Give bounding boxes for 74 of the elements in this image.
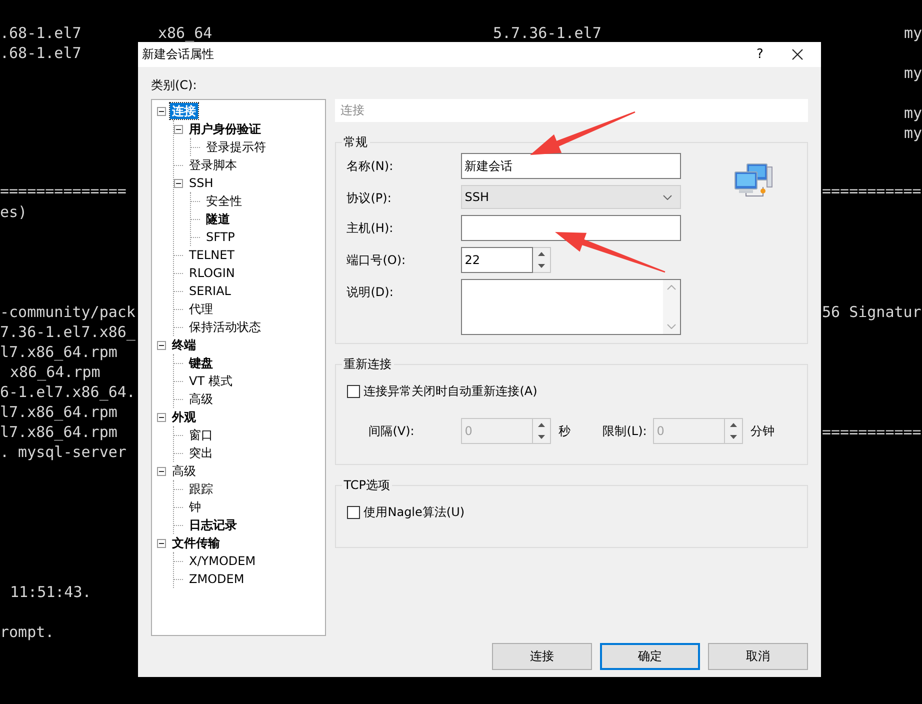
tree-item[interactable]: 日志记录 [187,517,239,533]
terminal-line: x86_64.rpm [10,363,100,381]
tree-item[interactable]: X/YMODEM [187,553,258,569]
tree-item[interactable]: 终端 [170,337,198,353]
terminal-line: .68-1.el7 [0,44,82,62]
terminal-line: es) [0,203,28,221]
terminal-line: 6-1.el7.x86_64. [0,383,136,401]
terminal-line: .68-1.el7 [0,24,82,42]
text-field[interactable]: 新建会话 [460,153,681,179]
group-title: 常规 [342,134,369,151]
terminal-line: my [904,64,922,82]
terminal-line: =========== [822,182,922,200]
terminal-line: rompt. [0,623,54,641]
group-title: TCP选项 [342,477,391,494]
tree-item[interactable]: 钟 [187,499,203,515]
tree-item[interactable]: 跟踪 [187,481,215,497]
terminal-line: my [904,24,922,42]
field-label: 限制(L): [602,422,648,440]
category-label: 类别(C): [151,77,197,94]
tree-item[interactable]: 外观 [170,409,198,425]
terminal-line: my [904,124,922,142]
terminal-line: 7.36-1.el7.x86_ [0,323,136,341]
unit-label: 分钟 [750,422,775,440]
tree-item[interactable]: 登录脚本 [187,157,239,173]
field-label: 端口号(O): [346,252,407,269]
field-label: 协议(P): [346,190,392,207]
protocol-dropdown[interactable]: SSH [460,185,681,209]
terminal-line: l7.x86_64.rpm [0,343,118,361]
tree-item[interactable]: 高级 [170,463,198,479]
field-label: 名称(N): [346,158,394,175]
tree-item[interactable]: SFTP [204,229,237,245]
tree-item[interactable]: TELNET [187,247,236,263]
terminal-line: -community/pack [0,303,136,321]
window-title: 新建会话属性 [142,46,215,63]
tree-item[interactable]: 文件传输 [170,535,222,551]
tree-item[interactable]: 代理 [187,301,215,317]
tree-item[interactable]: 安全性 [204,193,244,209]
unit-label: 秒 [558,422,572,440]
terminal-line: 5.7.36-1.el7 [493,24,602,42]
group-title: 重新连接 [342,356,393,373]
tree-item[interactable]: 窗口 [187,427,215,443]
field-label: 间隔(V): [368,422,416,440]
tree-item[interactable]: RLOGIN [187,265,237,281]
field-label: 说明(D): [346,284,394,301]
checkbox-label[interactable]: 使用Nagle算法(U) [364,504,465,521]
tree-item[interactable]: VT 模式 [187,373,234,389]
tree-item[interactable]: 高级 [187,391,215,407]
tree-item[interactable]: 隧道 [204,211,232,227]
terminal-line: my [904,104,922,122]
number-field[interactable]: 22 [460,247,533,273]
dialog-button[interactable]: 确定 [600,643,700,670]
terminal-line: l7.x86_64.rpm [0,403,118,421]
terminal-line: x86_64 [158,24,212,42]
panel-header: 连接 [334,99,808,122]
tree-item[interactable]: 突出 [187,445,215,461]
checkbox-label[interactable]: 连接异常关闭时自动重新连接(A) [364,383,538,400]
terminal-line: l7.x86_64.rpm [0,423,118,441]
help-button[interactable]: ? [752,47,768,62]
terminal-line: 56 Signatur [822,303,922,321]
tree-item[interactable]: SERIAL [187,283,233,299]
terminal-line: 11:51:43. [10,583,92,601]
terminal-line: ============== [0,182,126,200]
dialog-button[interactable]: 连接 [492,643,592,670]
tree-item[interactable]: ZMODEM [187,571,246,587]
terminal-line: . mysql-server [0,443,126,461]
tree-item[interactable]: SSH [187,175,216,191]
dialog-button[interactable]: 取消 [708,643,808,670]
terminal-line: =========== [822,423,922,441]
tree-item[interactable]: 键盘 [187,355,215,371]
tree-item[interactable]: 用户身份验证 [187,121,263,137]
tree-item[interactable]: 连接 [170,103,198,119]
tree-item[interactable]: 登录提示符 [204,139,268,155]
field-label: 主机(H): [346,220,394,237]
tree-item[interactable]: 保持活动状态 [187,319,263,335]
